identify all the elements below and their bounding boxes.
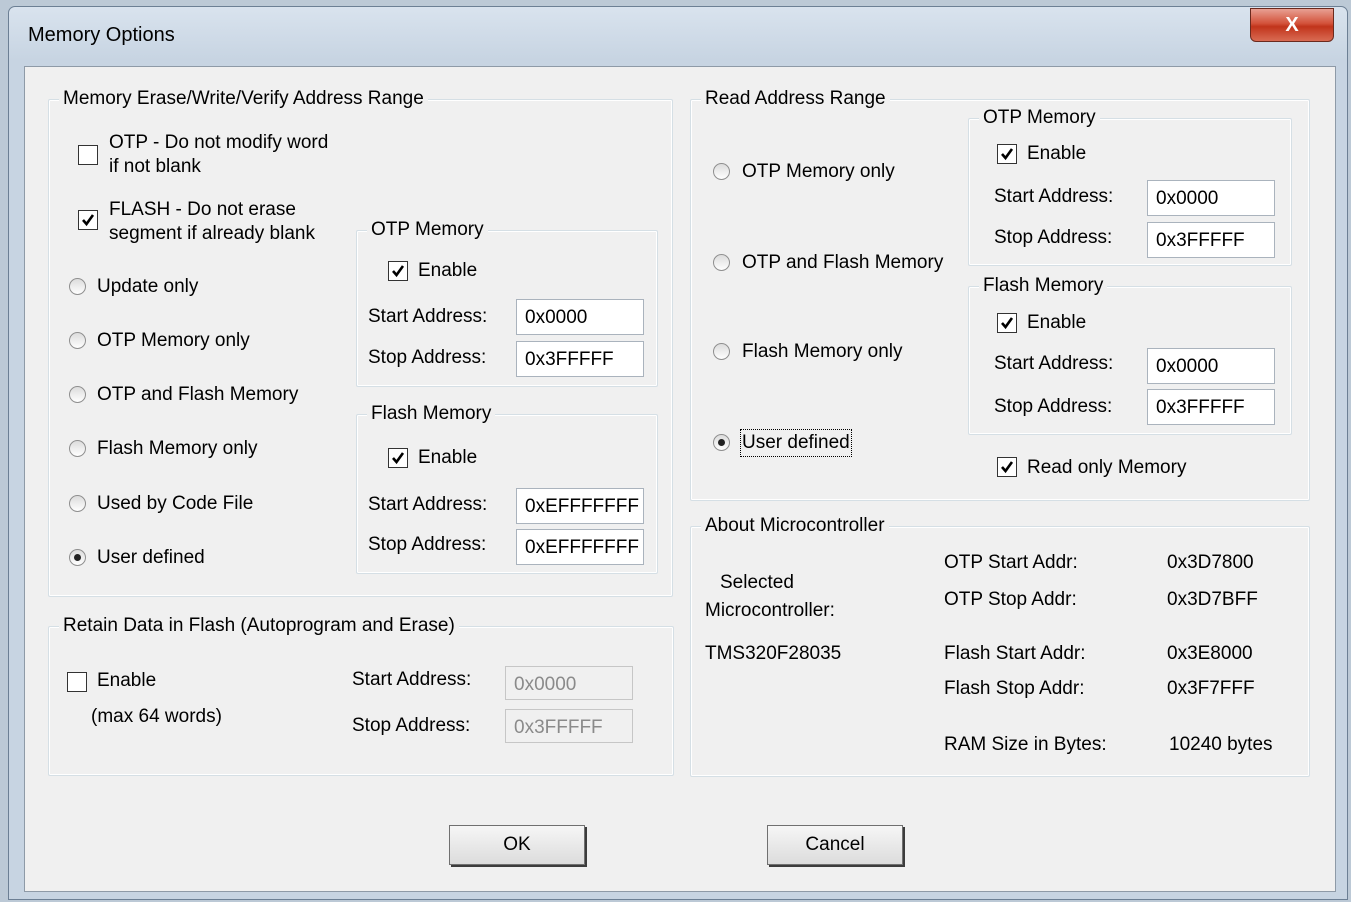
radio-otp-and-flash[interactable]: [69, 386, 86, 403]
dialog-title: Memory Options: [28, 24, 175, 46]
checkmark-icon: [1001, 461, 1014, 474]
radio-user-defined-label: User defined: [97, 547, 205, 568]
radio-otp-and-flash-label: OTP and Flash Memory: [97, 384, 299, 405]
flash-stop-addr-value: 0x3F7FFF: [1167, 678, 1255, 699]
retain-start-input[interactable]: 0x0000: [505, 666, 633, 700]
read-otp-start-input[interactable]: 0x0000: [1147, 180, 1275, 216]
read-flash-group-title: Flash Memory: [979, 275, 1108, 297]
erase-otp-stop-input[interactable]: 0x3FFFFF: [516, 341, 644, 377]
erase-flash-stop-input[interactable]: 0xEFFFFFFF: [516, 529, 644, 565]
read-flash-start-label: Start Address:: [994, 353, 1114, 374]
flash-noerase-checkbox[interactable]: [78, 210, 98, 230]
otp-nomodify-checkbox[interactable]: [78, 145, 98, 165]
close-icon: X: [1285, 13, 1299, 36]
radio-code-file[interactable]: [69, 495, 86, 512]
otp-start-addr-value: 0x3D7800: [1167, 552, 1254, 573]
retain-enable-checkbox[interactable]: [67, 672, 87, 692]
ram-size-label: RAM Size in Bytes:: [944, 734, 1107, 755]
erase-flash-enable-label: Enable: [418, 447, 478, 468]
radio-user-defined[interactable]: [69, 549, 86, 566]
radio-update-only-label: Update only: [97, 276, 199, 297]
read-only-memory-label: Read only Memory: [1027, 457, 1187, 478]
erase-otp-enable-label: Enable: [418, 260, 478, 281]
retain-stop-input[interactable]: 0x3FFFFF: [505, 709, 633, 743]
checkmark-icon: [82, 214, 95, 227]
flash-stop-addr-label: Flash Stop Addr:: [944, 678, 1085, 699]
erase-flash-stop-label: Stop Address:: [368, 534, 487, 555]
retain-stop-label: Stop Address:: [352, 715, 471, 736]
erase-flash-enable-checkbox[interactable]: [388, 448, 408, 468]
read-flash-enable-label: Enable: [1027, 312, 1087, 333]
read-otp-enable-checkbox[interactable]: [997, 144, 1017, 164]
otp-nomodify-label-2: if not blank: [109, 156, 201, 177]
selected-mcu-value: TMS320F28035: [705, 643, 842, 664]
retain-enable-label: Enable: [97, 670, 157, 691]
read-radio-flash-only-label: Flash Memory only: [742, 341, 903, 362]
erase-range-group-title: Memory Erase/Write/Verify Address Range: [59, 88, 428, 110]
read-range-group-title: Read Address Range: [701, 88, 890, 110]
selected-mcu-label-2: Microcontroller:: [705, 600, 835, 621]
read-flash-stop-label: Stop Address:: [994, 396, 1113, 417]
erase-flash-start-input[interactable]: 0xEFFFFFFF: [516, 488, 644, 524]
read-radio-otp-only-label: OTP Memory only: [742, 161, 895, 182]
erase-flash-start-label: Start Address:: [368, 494, 488, 515]
radio-otp-only[interactable]: [69, 332, 86, 349]
selected-mcu-label-1: Selected: [720, 572, 794, 593]
read-otp-stop-input[interactable]: 0x3FFFFF: [1147, 222, 1275, 258]
about-mcu-group-title: About Microcontroller: [701, 515, 889, 537]
retain-data-group: Retain Data in Flash (Autoprogram and Er…: [48, 615, 674, 776]
read-flash-start-input[interactable]: 0x0000: [1147, 348, 1275, 384]
read-otp-enable-label: Enable: [1027, 143, 1087, 164]
flash-noerase-label-1: FLASH - Do not erase: [109, 199, 296, 220]
erase-otp-group-title: OTP Memory: [367, 219, 488, 241]
read-otp-stop-label: Stop Address:: [994, 227, 1113, 248]
erase-otp-start-input[interactable]: 0x0000: [516, 299, 644, 335]
erase-otp-stop-label: Stop Address:: [368, 347, 487, 368]
checkmark-icon: [1001, 317, 1014, 330]
read-radio-otp-and-flash[interactable]: [713, 254, 730, 271]
flash-start-addr-value: 0x3E8000: [1167, 643, 1253, 664]
cancel-button-label: Cancel: [805, 834, 865, 855]
read-otp-start-label: Start Address:: [994, 186, 1114, 207]
ok-button-label: OK: [503, 834, 531, 855]
read-otp-group-title: OTP Memory: [979, 107, 1100, 129]
cancel-button[interactable]: Cancel: [767, 825, 903, 865]
erase-flash-group-title: Flash Memory: [367, 403, 496, 425]
otp-stop-addr-value: 0x3D7BFF: [1167, 589, 1258, 610]
radio-code-file-label: Used by Code File: [97, 493, 254, 514]
close-button[interactable]: X: [1250, 8, 1334, 42]
ram-size-value: 10240 bytes: [1169, 734, 1273, 755]
radio-flash-only-label: Flash Memory only: [97, 438, 258, 459]
radio-flash-only[interactable]: [69, 440, 86, 457]
read-flash-stop-input[interactable]: 0x3FFFFF: [1147, 389, 1275, 425]
read-radio-user-defined[interactable]: [713, 434, 730, 451]
flash-noerase-label-2: segment if already blank: [109, 223, 315, 244]
radio-update-only[interactable]: [69, 278, 86, 295]
otp-nomodify-label-1: OTP - Do not modify word: [109, 132, 329, 153]
read-radio-otp-and-flash-label: OTP and Flash Memory: [742, 252, 944, 273]
retain-start-label: Start Address:: [352, 669, 472, 690]
radio-otp-only-label: OTP Memory only: [97, 330, 250, 351]
retain-data-group-title: Retain Data in Flash (Autoprogram and Er…: [59, 615, 459, 637]
flash-start-addr-label: Flash Start Addr:: [944, 643, 1086, 664]
read-flash-enable-checkbox[interactable]: [997, 313, 1017, 333]
otp-start-addr-label: OTP Start Addr:: [944, 552, 1078, 573]
otp-stop-addr-label: OTP Stop Addr:: [944, 589, 1077, 610]
read-radio-flash-only[interactable]: [713, 343, 730, 360]
dialog-client-area: Memory Erase/Write/Verify Address Range …: [24, 66, 1336, 892]
read-radio-otp-only[interactable]: [713, 163, 730, 180]
checkmark-icon: [392, 452, 405, 465]
checkmark-icon: [1001, 148, 1014, 161]
erase-otp-start-label: Start Address:: [368, 306, 488, 327]
read-only-memory-checkbox[interactable]: [997, 457, 1017, 477]
read-radio-user-defined-label: User defined: [740, 429, 852, 457]
checkmark-icon: [392, 265, 405, 278]
retain-note: (max 64 words): [91, 706, 222, 727]
erase-otp-enable-checkbox[interactable]: [388, 261, 408, 281]
ok-button[interactable]: OK: [449, 825, 585, 865]
